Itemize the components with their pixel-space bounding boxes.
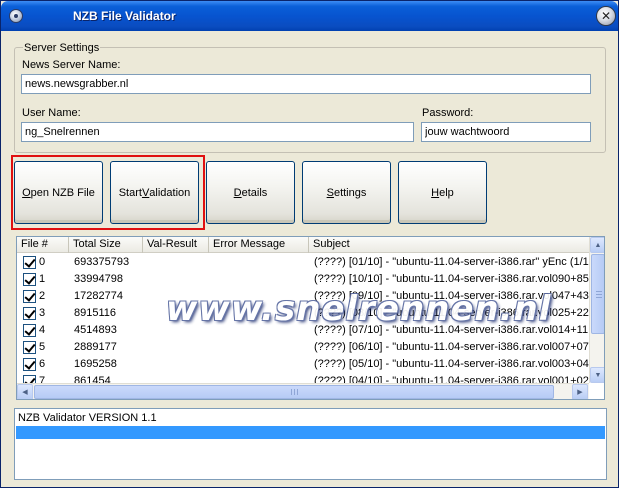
vertical-scroll-thumb[interactable] (591, 254, 604, 334)
horizontal-scrollbar[interactable]: ◀ ▶ (17, 383, 589, 399)
close-icon: ✕ (600, 9, 612, 23)
table-row[interactable]: 5 2889177 (????) [06/10] - "ubuntu-11.04-s… (17, 339, 589, 356)
cell-val-result (147, 254, 209, 271)
cell-val-result (147, 356, 209, 373)
details-button[interactable]: Details (206, 161, 295, 224)
open-nzb-file-button[interactable]: Open NZB File (14, 161, 103, 224)
scroll-up-button[interactable]: ▲ (590, 237, 604, 253)
cell-val-result (147, 339, 209, 356)
scroll-up-icon: ▲ (594, 241, 602, 249)
cell-val-result (147, 305, 209, 322)
cell-error-message (213, 339, 309, 356)
cell-error-message (213, 305, 309, 322)
scroll-right-icon: ▶ (577, 389, 583, 396)
app-window: NZB File Validator ✕ Server Settings New… (0, 0, 619, 488)
scroll-left-button[interactable]: ◀ (17, 384, 33, 399)
scroll-down-button[interactable]: ▼ (590, 367, 604, 383)
cell-val-result (147, 288, 209, 305)
checkbox-checked-icon[interactable] (23, 273, 36, 286)
scroll-right-button[interactable]: ▶ (572, 384, 588, 399)
cell-file-number: 1 (39, 273, 46, 285)
cell-subject: (????) [09/10] - "ubuntu-11.04-server-i3… (314, 290, 589, 302)
file-list[interactable]: File # Total Size Val-Result Error Messa… (16, 236, 605, 400)
cell-total-size: 1695258 (74, 358, 117, 370)
column-val-result[interactable]: Val-Result (143, 237, 209, 253)
cell-subject: (????) [05/10] - "ubuntu-11.04-server-i3… (314, 358, 589, 370)
cell-subject: (????) [07/10] - "ubuntu-11.04-server-i3… (314, 324, 589, 336)
table-row[interactable]: 1 33994798 (????) [10/10] - "ubuntu-11.04-… (17, 271, 589, 288)
cell-val-result (147, 322, 209, 339)
checkbox-checked-icon[interactable] (23, 341, 36, 354)
cell-subject: (????) [10/10] - "ubuntu-11.04-server-i3… (314, 273, 589, 285)
cell-file-number: 3 (39, 307, 46, 319)
cell-subject: (????) [01/10] - "ubuntu-11.04-server-i3… (314, 256, 589, 268)
file-list-header: File # Total Size Val-Result Error Messa… (17, 237, 589, 253)
cell-error-message (213, 271, 309, 288)
user-name-input[interactable] (21, 122, 414, 142)
column-subject[interactable]: Subject (309, 237, 589, 253)
close-button[interactable]: ✕ (596, 6, 616, 26)
cell-error-message (213, 356, 309, 373)
column-file-number[interactable]: File # (17, 237, 69, 253)
table-row[interactable]: 0 693375793 (????) [01/10] - "ubuntu-11.04… (17, 254, 589, 271)
cell-total-size: 8915116 (74, 307, 117, 319)
table-row[interactable]: 6 1695258 (????) [05/10] - "ubuntu-11.04-s… (17, 356, 589, 373)
cell-subject: (????) [08/10] - "ubuntu-11.04-server-i3… (314, 307, 589, 319)
checkbox-checked-icon[interactable] (23, 358, 36, 371)
cell-error-message (213, 322, 309, 339)
vertical-scrollbar[interactable]: ▲ ▼ (589, 237, 604, 383)
scroll-left-icon: ◀ (22, 389, 28, 396)
cell-total-size: 693375793 (74, 256, 130, 268)
cell-total-size: 4514893 (74, 324, 117, 336)
app-disc-icon (7, 7, 25, 25)
scroll-down-icon: ▼ (594, 371, 602, 379)
cell-file-number: 2 (39, 290, 46, 302)
cell-file-number: 6 (39, 358, 46, 370)
checkbox-checked-icon[interactable] (23, 324, 36, 337)
server-name-input[interactable] (21, 74, 591, 94)
checkbox-checked-icon[interactable] (23, 290, 36, 303)
settings-button[interactable]: Settings (302, 161, 391, 224)
table-row[interactable]: 4 4514893 (????) [07/10] - "ubuntu-11.04-s… (17, 322, 589, 339)
table-row[interactable]: 3 8915116 (????) [08/10] - "ubuntu-11.04-s… (17, 305, 589, 322)
title-bar[interactable]: NZB File Validator ✕ (1, 1, 618, 31)
help-button[interactable]: Help (398, 161, 487, 224)
column-error-message[interactable]: Error Message (209, 237, 309, 253)
window-title: NZB File Validator (73, 9, 176, 23)
checkbox-checked-icon[interactable] (23, 256, 36, 269)
column-total-size[interactable]: Total Size (69, 237, 143, 253)
user-name-label: User Name: (22, 107, 81, 119)
cell-file-number: 5 (39, 341, 46, 353)
cell-val-result (147, 271, 209, 288)
password-input[interactable] (421, 122, 591, 142)
cell-error-message (213, 254, 309, 271)
start-validation-button[interactable]: Start Validation (110, 161, 199, 224)
cell-file-number: 4 (39, 324, 46, 336)
checkbox-checked-icon[interactable] (23, 307, 36, 320)
cell-total-size: 33994798 (74, 273, 123, 285)
cell-total-size: 17282774 (74, 290, 123, 302)
log-panel[interactable]: NZB Validator VERSION 1.1 (14, 408, 607, 480)
horizontal-scroll-thumb[interactable] (34, 385, 554, 399)
cell-file-number: 0 (39, 256, 46, 268)
server-settings-label: Server Settings (23, 42, 101, 54)
cell-error-message (213, 288, 309, 305)
log-selected-line[interactable] (16, 426, 605, 439)
password-label: Password: (422, 107, 474, 119)
table-row[interactable]: 2 17282774 (????) [09/10] - "ubuntu-11.04-… (17, 288, 589, 305)
cell-total-size: 2889177 (74, 341, 117, 353)
cell-subject: (????) [06/10] - "ubuntu-11.04-server-i3… (314, 341, 589, 353)
server-name-label: News Server Name: (22, 59, 121, 71)
log-line-version: NZB Validator VERSION 1.1 (18, 412, 157, 424)
